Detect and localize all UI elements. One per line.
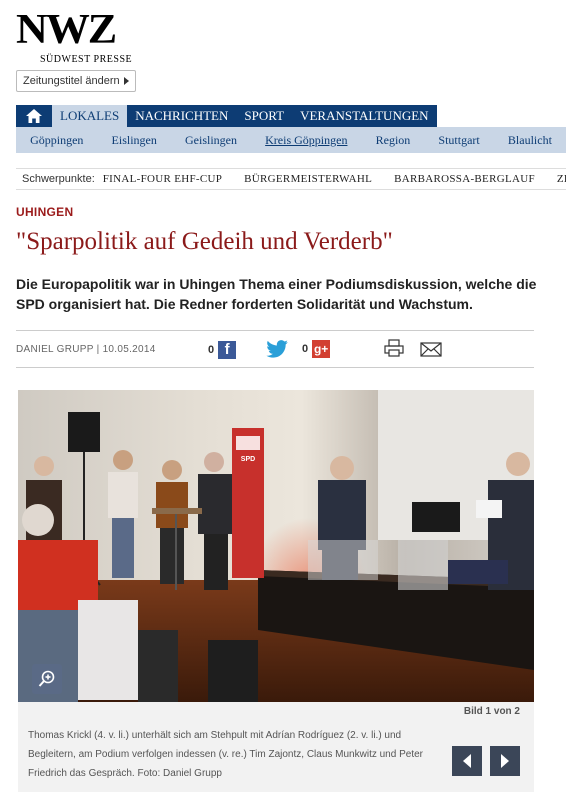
home-button[interactable] [16,105,52,127]
subnav-item-stuttgart[interactable]: Stuttgart [438,133,479,148]
googleplus-icon: g+ [312,340,331,358]
print-icon[interactable] [384,339,404,357]
facebook-share[interactable]: 0 f [208,341,237,359]
focus-item[interactable]: BARBAROSSA-BERGLAUF [394,173,535,185]
nav-item-nachrichten[interactable]: NACHRICHTEN [127,105,237,127]
logo-mark: NWZ [16,7,117,53]
gallery-photo[interactable]: SPD [18,390,534,702]
arrow-left-icon [463,754,471,768]
nav-item-sport[interactable]: SPORT [236,105,293,127]
googleplus-count: 0 [302,343,309,355]
focus-bar: Schwerpunkte: FINAL-FOUR EHF-CUP BÜRGERM… [16,168,566,190]
article-headline: "Sparpolitik auf Gedeih und Verderb" [16,228,393,255]
home-icon [26,109,42,123]
main-nav: LOKALES NACHRICHTEN SPORT VERANSTALTUNGE… [16,105,437,127]
subnav-item-goeppingen[interactable]: Göppingen [30,133,83,148]
zoom-in-icon [38,670,55,687]
photo-gallery: SPD Bild 1 von 2 Thomas Krickl (4. v. li… [18,390,534,792]
focus-item[interactable]: FINAL-FOUR EHF-CUP [103,173,222,185]
change-title-label: Zeitungstitel ändern [23,75,120,87]
subnav-item-blaulicht[interactable]: Blaulicht [508,133,552,148]
facebook-icon: f [218,341,237,359]
facebook-count: 0 [208,344,215,356]
arrow-right-icon [123,77,129,85]
nav-item-lokales[interactable]: LOKALES [52,105,128,127]
article-byline: DANIEL GRUPP | 10.05.2014 [16,343,156,355]
twitter-share[interactable] [266,340,288,358]
sub-nav: Göppingen Eislingen Geislingen Kreis Göp… [16,127,566,153]
nav-item-veranstaltungen[interactable]: VERANSTALTUNGEN [292,105,437,127]
gallery-counter: Bild 1 von 2 [463,706,520,717]
change-title-button[interactable]: Zeitungstitel ändern [16,70,136,92]
arrow-right-icon [501,754,509,768]
googleplus-share[interactable]: 0 g+ [302,340,331,358]
subnav-item-kreis-goeppingen[interactable]: Kreis Göppingen [265,133,347,148]
focus-item[interactable]: BÜRGERMEISTERWAHL [244,173,372,185]
article-kicker: UHINGEN [16,205,74,219]
article-meta-bar: DANIEL GRUPP | 10.05.2014 0 f 0 g+ [16,330,534,368]
spd-banner-text: SPD [241,456,255,463]
subnav-item-region[interactable]: Region [376,133,411,148]
logo-subtitle: SÜDWEST PRESSE [40,54,133,65]
focus-label: Schwerpunkte: [22,173,95,185]
gallery-next-button[interactable] [490,746,520,776]
subnav-item-geislingen[interactable]: Geislingen [185,133,237,148]
zoom-button[interactable] [32,664,62,694]
focus-item[interactable]: ZEHN [557,173,566,185]
subnav-item-eislingen[interactable]: Eislingen [112,133,157,148]
event-photo: SPD [18,390,534,702]
gallery-prev-button[interactable] [452,746,482,776]
twitter-icon [266,340,288,358]
gallery-caption: Thomas Krickl (4. v. li.) unterhält sich… [28,730,423,779]
article-lead: Die Europapolitik war in Uhingen Thema e… [16,276,537,312]
nwz-logo[interactable]: NWZ SÜDWEST PRESSE [16,9,136,68]
mail-icon[interactable] [420,342,442,357]
